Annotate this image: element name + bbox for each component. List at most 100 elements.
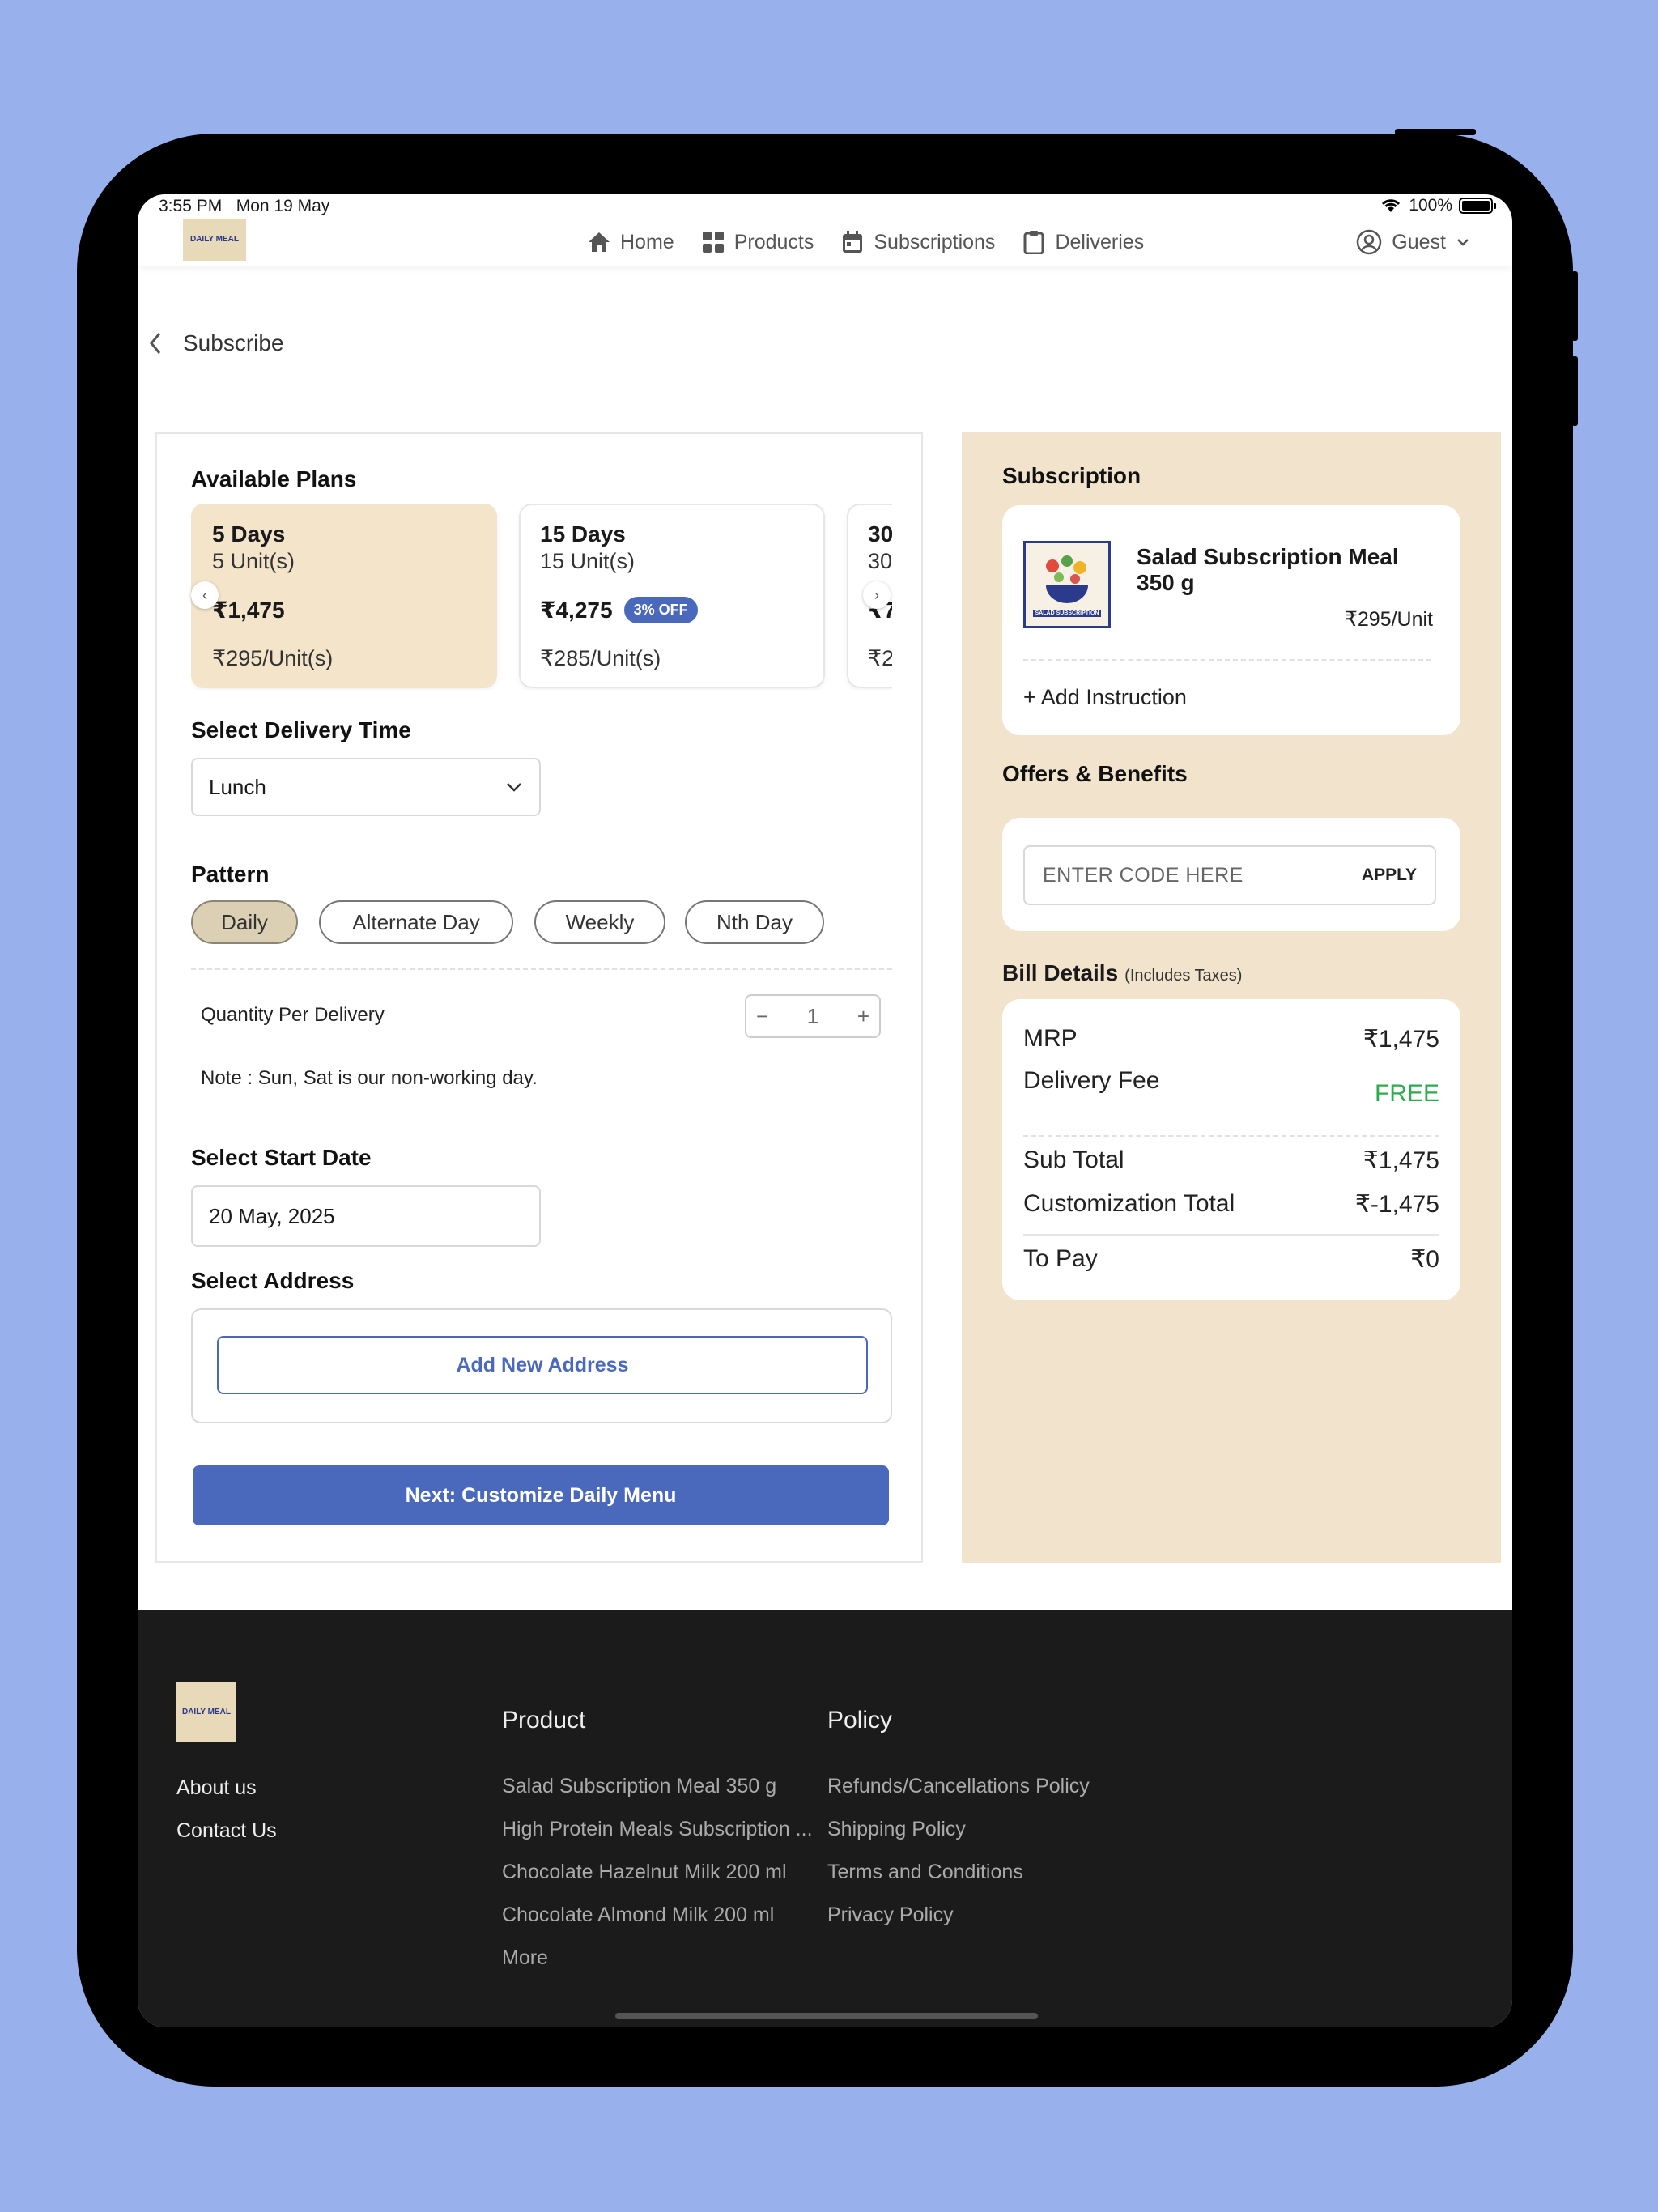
nav-products[interactable]: Products — [700, 229, 814, 255]
status-bar: 3:55 PM Mon 19 May 100% — [138, 194, 1512, 219]
topay-label: To Pay — [1023, 1245, 1098, 1272]
subscription-form: Available Plans 5 Days 5 Unit(s) ₹1,475 … — [155, 432, 923, 1563]
quantity-value: 1 — [806, 1003, 819, 1028]
carousel-next-button[interactable]: › — [863, 581, 891, 609]
quantity-stepper: − 1 + — [745, 994, 881, 1038]
page-header: Subscribe — [147, 330, 284, 356]
calendar-icon — [840, 229, 865, 255]
subscription-card: SALAD SUBSCRIPTION Salad Subscription Me… — [1002, 505, 1460, 735]
battery-icon — [1459, 198, 1496, 214]
footer-product-link[interactable]: Chocolate Hazelnut Milk 200 ml — [502, 1861, 787, 1884]
footer-logo[interactable]: DAILY MEAL — [176, 1682, 236, 1742]
nav-subscriptions[interactable]: Subscriptions — [840, 229, 995, 255]
grid-icon — [700, 229, 726, 255]
plan-price-row: ₹1,475 — [212, 597, 476, 623]
footer-product-link[interactable]: High Protein Meals Subscription ... — [502, 1818, 813, 1841]
status-right: 100% — [1380, 196, 1496, 215]
user-menu[interactable]: Guest — [1356, 219, 1470, 266]
bill-row-customization: Customization Total ₹-1,475 — [1023, 1190, 1439, 1219]
apply-button[interactable]: APPLY — [1362, 866, 1417, 885]
footer-policy-link[interactable]: Terms and Conditions — [827, 1861, 1023, 1884]
user-icon — [1357, 229, 1382, 255]
plan-price: ₹1,475 — [212, 598, 285, 623]
minus-icon[interactable]: − — [756, 1004, 768, 1029]
customization-label: Customization Total — [1023, 1190, 1235, 1217]
product-image-caption: SALAD SUBSCRIPTION — [1032, 609, 1102, 617]
delivery-time-heading: Select Delivery Time — [191, 717, 411, 742]
plan-price: ₹4,275 — [540, 598, 613, 623]
plan-per-unit: ₹2 — [868, 646, 892, 670]
carousel-prev-button[interactable]: ‹ — [191, 581, 219, 609]
volume-down-button — [1571, 356, 1578, 426]
quantity-label: Quantity Per Delivery — [201, 1004, 385, 1026]
delivery-fee-label: Delivery Fee — [1023, 1067, 1160, 1094]
pattern-alternate-day[interactable]: Alternate Day — [319, 900, 513, 944]
plus-icon[interactable]: + — [857, 1004, 869, 1029]
plan-price-row: ₹4,275 3% OFF — [540, 597, 804, 623]
mrp-value: ₹1,475 — [1363, 1026, 1439, 1053]
footer: DAILY MEAL About us Contact Us Product S… — [138, 1610, 1512, 2027]
salad-bowl-icon — [1046, 555, 1088, 603]
pattern-nth-day[interactable]: Nth Day — [685, 900, 824, 944]
logo-text: DAILY MEAL — [189, 235, 239, 244]
footer-product-link[interactable]: Salad Subscription Meal 350 g — [502, 1775, 776, 1798]
plan-units: 15 Unit(s) — [540, 549, 636, 573]
product-image: SALAD SUBSCRIPTION — [1023, 541, 1111, 628]
topay-value: ₹0 — [1410, 1246, 1439, 1273]
delivery-time-select[interactable]: Lunch — [191, 758, 541, 816]
add-instruction-link[interactable]: + Add Instruction — [1023, 685, 1187, 710]
footer-product-link[interactable]: Chocolate Almond Milk 200 ml — [502, 1904, 774, 1927]
plan-units: 30 — [868, 549, 892, 573]
subtotal-value: ₹1,475 — [1363, 1147, 1439, 1174]
nav-subscriptions-label: Subscriptions — [874, 230, 996, 253]
chevron-down-icon — [1457, 239, 1469, 246]
start-date-input[interactable]: 20 May, 2025 — [191, 1185, 541, 1247]
next-button[interactable]: Next: Customize Daily Menu — [193, 1465, 889, 1525]
plan-days: 15 Days — [540, 521, 626, 547]
nav-deliveries[interactable]: Deliveries — [1021, 229, 1144, 255]
footer-policy-heading: Policy — [827, 1707, 893, 1733]
footer-policy-link[interactable]: Privacy Policy — [827, 1904, 954, 1927]
subscription-heading: Subscription — [1002, 463, 1141, 488]
nav-products-label: Products — [733, 230, 814, 253]
back-arrow-icon[interactable] — [147, 330, 164, 356]
nav-deliveries-label: Deliveries — [1055, 230, 1145, 253]
home-icon — [586, 229, 612, 255]
address-box: Add New Address — [191, 1308, 892, 1423]
plan-days: 30 — [868, 521, 892, 547]
home-indicator — [615, 2013, 1038, 2019]
plan-card[interactable]: 5 Days 5 Unit(s) ₹1,475 ₹295/Unit(s) — [191, 504, 497, 688]
offers-heading: Offers & Benefits — [1002, 761, 1188, 786]
footer-contact-link[interactable]: Contact Us — [176, 1819, 277, 1843]
footer-policy-link[interactable]: Refunds/Cancellations Policy — [827, 1775, 1090, 1798]
chevron-down-icon — [507, 783, 521, 792]
pattern-weekly[interactable]: Weekly — [534, 900, 665, 944]
footer-about-link[interactable]: About us — [176, 1776, 257, 1800]
plans-heading: Available Plans — [191, 466, 357, 491]
coupon-field: ENTER CODE HERE APPLY — [1023, 845, 1436, 905]
app-logo[interactable]: DAILY MEAL — [183, 219, 246, 261]
bill-row-mrp: MRP ₹1,475 — [1023, 1025, 1439, 1053]
plan-days: 5 Days — [212, 521, 286, 547]
plan-per-unit: ₹285/Unit(s) — [540, 646, 661, 670]
main-nav: Home Products Subscriptions Deliveries — [586, 219, 1170, 266]
top-button — [1395, 129, 1476, 135]
battery-percent: 100% — [1409, 196, 1452, 215]
plan-card[interactable]: 15 Days 15 Unit(s) ₹4,275 3% OFF ₹285/Un… — [519, 504, 825, 688]
footer-product-heading: Product — [502, 1707, 586, 1733]
divider — [191, 968, 892, 970]
bill-row-subtotal: Sub Total ₹1,475 — [1023, 1146, 1439, 1175]
delivery-time-value: Lunch — [209, 774, 266, 799]
footer-more-link[interactable]: More — [502, 1946, 548, 1970]
bill-heading-row: Bill Details (Includes Taxes) — [1002, 960, 1242, 986]
coupon-input[interactable]: ENTER CODE HERE — [1043, 864, 1244, 887]
pattern-daily[interactable]: Daily — [191, 900, 298, 944]
discount-badge: 3% OFF — [623, 597, 698, 623]
nav-home[interactable]: Home — [586, 229, 674, 255]
footer-policy-link[interactable]: Shipping Policy — [827, 1818, 966, 1841]
start-date-heading: Select Start Date — [191, 1145, 372, 1170]
add-address-button[interactable]: Add New Address — [217, 1336, 868, 1394]
screen: 3:55 PM Mon 19 May 100% DAILY MEAL Home — [138, 194, 1512, 2027]
divider — [1023, 1234, 1439, 1236]
app-header: DAILY MEAL Home Products Subscriptions D… — [138, 219, 1512, 266]
